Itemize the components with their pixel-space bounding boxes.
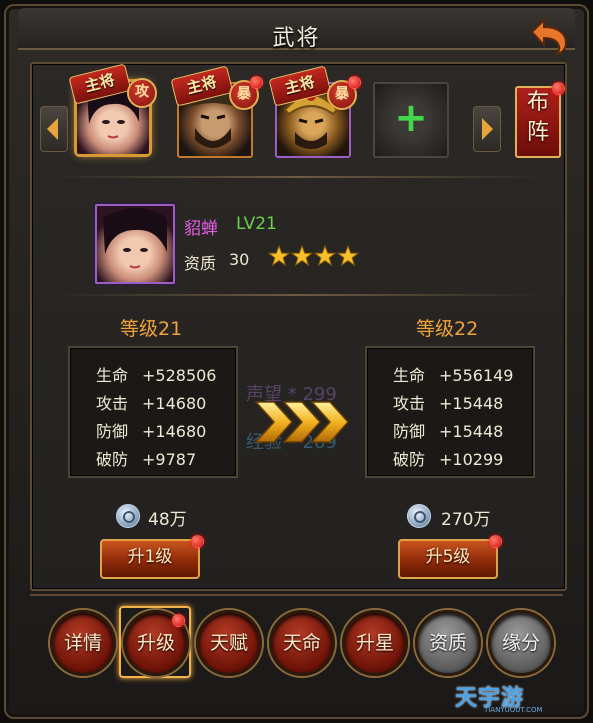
- tab-details[interactable]: 详情: [50, 610, 116, 676]
- quality-value: 30: [229, 250, 250, 269]
- page-title: 武将: [272, 26, 321, 51]
- plus-icon: +: [394, 95, 428, 141]
- stat-row: 防御 +14680: [96, 422, 207, 441]
- next-cost: 270万: [441, 510, 491, 530]
- upgrade-arrows-icon: [254, 401, 350, 443]
- divider: [52, 176, 545, 178]
- back-arrow-icon[interactable]: [522, 16, 570, 56]
- hero-panel: 主将 攻 主将 暴 主将 暴 + 布 阵 貂蝉 LV21 资质 30 声望 * …: [30, 62, 567, 591]
- stat-row: 防御 +15448: [393, 422, 504, 441]
- stat-row: 攻击 +15448: [393, 394, 504, 413]
- attack-tag-badge: 攻: [127, 78, 157, 108]
- notification-dot-icon: [552, 82, 565, 95]
- upgrade-1-button[interactable]: 升1级: [100, 535, 204, 579]
- stat-row: 破防 +9787: [96, 450, 197, 469]
- upgrade-5-button[interactable]: 升5级: [398, 535, 502, 579]
- tab-aptitude[interactable]: 资质: [415, 610, 481, 676]
- hero-slot-3[interactable]: 主将 暴: [268, 65, 361, 158]
- divider: [52, 294, 545, 296]
- notification-dot-icon: [250, 76, 263, 89]
- star-icon: [291, 245, 313, 267]
- hero-name: 貂蝉: [184, 219, 218, 239]
- star-rating: [268, 245, 360, 271]
- tab-star-up[interactable]: 升星: [342, 610, 408, 676]
- star-icon: [337, 245, 359, 267]
- hero-big-portrait-icon: [95, 204, 175, 284]
- notification-dot-icon: [348, 76, 361, 89]
- formation-button[interactable]: 布 阵: [515, 82, 565, 158]
- silver-coin-icon: [116, 504, 140, 528]
- notification-dot-icon: [191, 535, 204, 548]
- hero-level: LV21: [236, 214, 277, 234]
- current-cost: 48万: [148, 510, 187, 530]
- current-stats-box: 生命 +528506 攻击 +14680 防御 +14680 破防 +9787: [68, 346, 238, 478]
- tab-fate[interactable]: 缘分: [488, 610, 554, 676]
- silver-coin-icon: [407, 504, 431, 528]
- upgrade-5-label: 升5级: [425, 547, 471, 567]
- formation-label-bottom: 阵: [526, 120, 549, 145]
- notification-dot-icon: [489, 535, 502, 548]
- watermark-subtext: TIANYUOUT.COM: [484, 706, 543, 714]
- stat-row: 生命 +556149: [393, 366, 514, 385]
- next-stats-box: 生命 +556149 攻击 +15448 防御 +15448 破防 +10299: [365, 346, 535, 478]
- add-hero-slot[interactable]: +: [373, 82, 449, 158]
- quality-label: 资质: [184, 254, 217, 273]
- hero-selector-row: 主将 攻 主将 暴 主将 暴 + 布 阵: [32, 63, 565, 174]
- upgrade-1-label: 升1级: [127, 547, 173, 567]
- star-icon: [314, 245, 336, 267]
- next-arrow-button[interactable]: [473, 106, 501, 152]
- chevron-left-icon: [47, 118, 58, 140]
- tab-destiny[interactable]: 天命: [269, 610, 335, 676]
- hero-slot-1[interactable]: 主将 攻: [68, 63, 157, 154]
- hero-slot-2[interactable]: 主将 暴: [170, 65, 263, 158]
- tab-talent[interactable]: 天赋: [196, 610, 262, 676]
- chevron-right-icon: [482, 118, 493, 140]
- star-icon: [268, 245, 290, 267]
- stat-row: 生命 +528506: [96, 366, 217, 385]
- next-level-title: 等级22: [416, 318, 479, 340]
- stat-row: 破防 +10299: [393, 450, 504, 469]
- current-level-title: 等级21: [120, 318, 183, 340]
- title-bar: 武将: [18, 8, 575, 51]
- stat-row: 攻击 +14680: [96, 394, 207, 413]
- notification-dot-icon: [172, 614, 185, 627]
- prev-arrow-button[interactable]: [40, 106, 68, 152]
